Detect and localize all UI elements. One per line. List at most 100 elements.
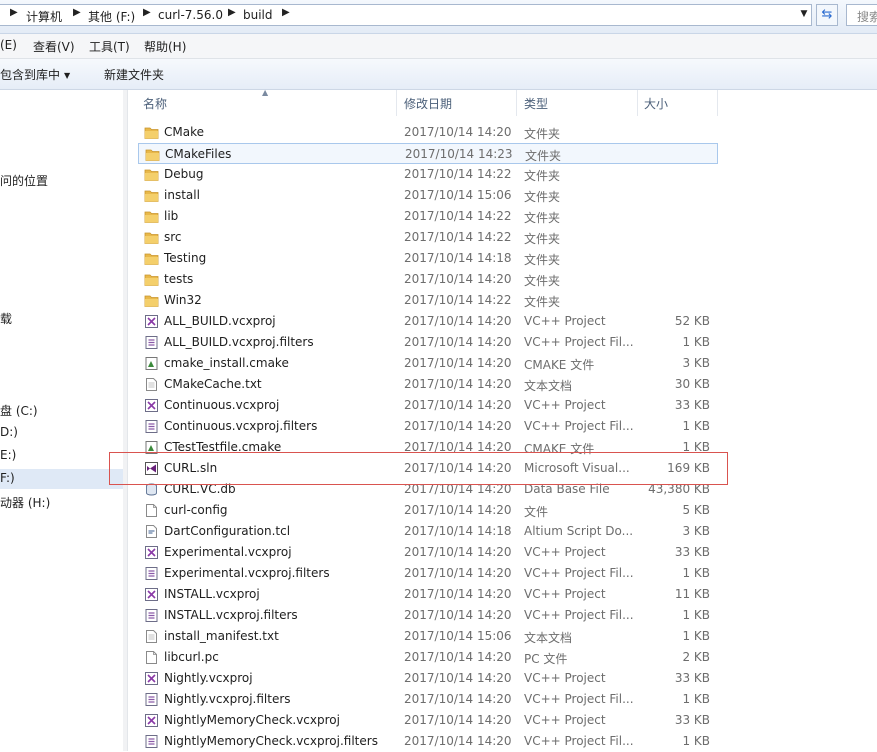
chevron-right-icon[interactable]: ▶ xyxy=(73,7,81,18)
file-name: INSTALL.vcxproj xyxy=(164,587,260,601)
file-date-modified: 2017/10/14 14:20 xyxy=(404,272,512,286)
file-row[interactable]: NightlyMemoryCheck.vcxproj 2017/10/14 14:… xyxy=(138,710,718,731)
file-row[interactable]: Continuous.vcxproj.filters 2017/10/14 14:… xyxy=(138,416,718,437)
column-divider[interactable] xyxy=(516,90,517,116)
text-file-icon xyxy=(144,377,159,392)
file-row[interactable]: CURL.sln 2017/10/14 14:20 Microsoft Visual… xyxy=(138,458,718,479)
file-row[interactable]: CURL.VC.db 2017/10/14 14:20 Data Base File… xyxy=(138,479,718,500)
file-row[interactable]: Experimental.vcxproj 2017/10/14 14:20 VC++… xyxy=(138,542,718,563)
file-name: CURL.VC.db xyxy=(164,482,236,496)
file-date-modified: 2017/10/14 14:20 xyxy=(404,377,512,391)
file-row[interactable]: curl-config 2017/10/14 14:20 文件 5 KB xyxy=(138,500,718,521)
nav-item-drive-c[interactable]: 盘 (C:) xyxy=(0,402,38,419)
chevron-right-icon[interactable]: ▶ xyxy=(143,7,151,18)
file-size: 33 KB xyxy=(674,398,710,412)
new-folder-button[interactable]: 新建文件夹 xyxy=(104,66,164,83)
column-header-size[interactable]: 大小 xyxy=(644,95,668,112)
breadcrumb-computer[interactable]: 计算机 xyxy=(26,8,62,25)
file-size: 1 KB xyxy=(682,734,710,748)
file-row[interactable]: Nightly.vcxproj.filters 2017/10/14 14:20 V… xyxy=(138,689,718,710)
breadcrumb-drive-f[interactable]: 其他 (F:) xyxy=(88,8,135,25)
file-row[interactable]: Continuous.vcxproj 2017/10/14 14:20 VC++ P… xyxy=(138,395,718,416)
column-header-type[interactable]: 类型 xyxy=(524,95,548,112)
file-size: 1 KB xyxy=(682,440,710,454)
file-row[interactable]: src 2017/10/14 14:22 文件夹 xyxy=(138,227,718,248)
file-row[interactable]: cmake_install.cmake 2017/10/14 14:20 CMAKE… xyxy=(138,353,718,374)
file-name: libcurl.pc xyxy=(164,650,219,664)
file-row[interactable]: Nightly.vcxproj 2017/10/14 14:20 VC++ Proj… xyxy=(138,668,718,689)
file-row[interactable]: Testing 2017/10/14 14:18 文件夹 xyxy=(138,248,718,269)
file-row[interactable]: CTestTestfile.cmake 2017/10/14 14:20 CMAKE… xyxy=(138,437,718,458)
file-row[interactable]: CMakeCache.txt 2017/10/14 14:20 文本文档 30 KB xyxy=(138,374,718,395)
nav-scrollbar[interactable] xyxy=(123,90,127,751)
menu-view[interactable]: 查看(V) xyxy=(33,38,75,55)
breadcrumb-curl[interactable]: curl-7.56.0 xyxy=(158,8,223,22)
file-row[interactable]: INSTALL.vcxproj 2017/10/14 14:20 VC++ Proj… xyxy=(138,584,718,605)
file-name: Nightly.vcxproj xyxy=(164,671,253,685)
file-name: CMakeFiles xyxy=(165,147,232,161)
file-type: Data Base File xyxy=(524,482,610,496)
file-row[interactable]: lib 2017/10/14 14:22 文件夹 xyxy=(138,206,718,227)
cmake-file-icon xyxy=(144,356,159,371)
caret-down-icon: ▼ xyxy=(64,71,71,80)
file-row[interactable]: libcurl.pc 2017/10/14 14:20 PC 文件 2 KB xyxy=(138,647,718,668)
file-date-modified: 2017/10/14 14:18 xyxy=(404,524,512,538)
file-row[interactable]: Win32 2017/10/14 14:22 文件夹 xyxy=(138,290,718,311)
file-row[interactable]: INSTALL.vcxproj.filters 2017/10/14 14:20 V… xyxy=(138,605,718,626)
search-placeholder: 搜索 xyxy=(857,10,877,24)
file-row[interactable]: tests 2017/10/14 14:20 文件夹 xyxy=(138,269,718,290)
folder-icon xyxy=(144,251,159,266)
file-row[interactable]: NightlyMemoryCheck.vcxproj.filters 2017/1… xyxy=(138,731,718,752)
chevron-right-icon[interactable]: ▶ xyxy=(282,7,290,18)
file-row[interactable]: ALL_BUILD.vcxproj.filters 2017/10/14 14:2… xyxy=(138,332,718,353)
file-type: VC++ Project Fil... xyxy=(524,335,634,349)
command-bar: 包含到库中 ▼ 新建文件夹 xyxy=(0,59,877,90)
file-date-modified: 2017/10/14 14:23 xyxy=(405,147,513,161)
menu-help[interactable]: 帮助(H) xyxy=(144,38,186,55)
nav-item-drive-h[interactable]: 动器 (H:) xyxy=(0,494,50,511)
file-row[interactable]: Debug 2017/10/14 14:22 文件夹 xyxy=(138,164,718,185)
refresh-icon[interactable]: ⇆ xyxy=(816,4,838,26)
search-input[interactable]: 搜索 xyxy=(846,4,877,26)
include-in-library-button[interactable]: 包含到库中 ▼ xyxy=(0,66,70,83)
file-size: 5 KB xyxy=(682,503,710,517)
nav-item-drive-d[interactable]: D:) xyxy=(0,425,18,439)
chevron-right-icon[interactable]: ▶ xyxy=(10,7,18,18)
nav-item-recent-places[interactable]: 问的位置 xyxy=(0,172,48,189)
file-row[interactable]: ALL_BUILD.vcxproj 2017/10/14 14:20 VC++ Pr… xyxy=(138,311,718,332)
file-size: 33 KB xyxy=(674,545,710,559)
file-size: 1 KB xyxy=(682,566,710,580)
chevron-down-icon[interactable]: ▼ xyxy=(796,4,812,24)
file-row[interactable]: install 2017/10/14 15:06 文件夹 xyxy=(138,185,718,206)
file-size: 30 KB xyxy=(674,377,710,391)
file-name: NightlyMemoryCheck.vcxproj.filters xyxy=(164,734,378,748)
nav-item-downloads[interactable]: 载 xyxy=(0,310,12,327)
file-date-modified: 2017/10/14 14:20 xyxy=(404,713,512,727)
file-row[interactable]: install_manifest.txt 2017/10/14 15:06 文本文档… xyxy=(138,626,718,647)
vcxproj-icon xyxy=(144,314,159,329)
file-type: 文件夹 xyxy=(524,232,561,246)
menu-edit[interactable]: (E) xyxy=(0,38,17,52)
column-divider[interactable] xyxy=(717,90,718,116)
column-header-name[interactable]: 名称 xyxy=(143,95,167,112)
nav-item-drive-e[interactable]: E:) xyxy=(0,448,16,462)
file-row[interactable]: DartConfiguration.tcl 2017/10/14 14:18 Alt… xyxy=(138,521,718,542)
file-row[interactable]: CMakeFiles 2017/10/14 14:23 文件夹 xyxy=(138,143,718,164)
breadcrumb[interactable]: ▶ 计算机 ▶ 其他 (F:) ▶ curl-7.56.0 ▶ build ▶ xyxy=(0,4,812,26)
column-divider[interactable] xyxy=(637,90,638,116)
file-type: VC++ Project Fil... xyxy=(524,734,634,748)
column-divider[interactable] xyxy=(396,90,397,116)
file-size: 2 KB xyxy=(682,650,710,664)
file-name: CMake xyxy=(164,125,204,139)
nav-item-drive-f[interactable]: F:) xyxy=(0,469,123,489)
file-row[interactable]: Experimental.vcxproj.filters 2017/10/14 1… xyxy=(138,563,718,584)
file-name: CTestTestfile.cmake xyxy=(164,440,282,454)
column-header-date[interactable]: 修改日期 xyxy=(404,95,452,112)
chevron-right-icon[interactable]: ▶ xyxy=(228,7,236,18)
file-row[interactable]: CMake 2017/10/14 14:20 文件夹 xyxy=(138,122,718,143)
file-name: Testing xyxy=(164,251,207,265)
file-type: 文件夹 xyxy=(524,127,561,141)
menu-tools[interactable]: 工具(T) xyxy=(89,38,130,55)
breadcrumb-build[interactable]: build xyxy=(243,8,273,22)
file-name: Continuous.vcxproj.filters xyxy=(164,419,318,433)
